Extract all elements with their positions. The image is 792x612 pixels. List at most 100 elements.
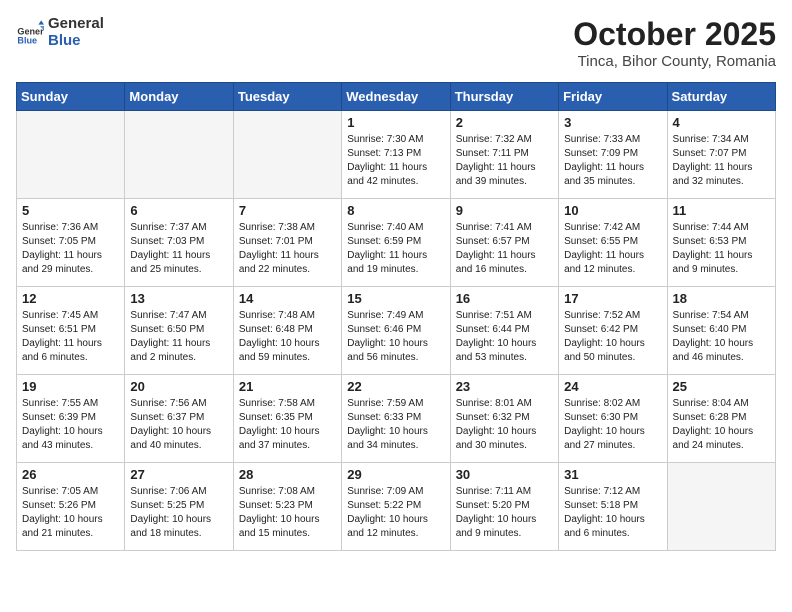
week-row-4: 19 Sunrise: 7:55 AM Sunset: 6:39 PM Dayli… (17, 375, 776, 463)
calendar-cell: 6 Sunrise: 7:37 AM Sunset: 7:03 PM Daylig… (125, 199, 233, 287)
calendar-cell: 23Sunrise: 8:01 AM Sunset: 6:32 PM Dayli… (450, 375, 558, 463)
calendar-cell: 28 Sunrise: 7:08 AM Sunset: 5:23 PM Dayli… (233, 463, 341, 551)
calendar-table: SundayMondayTuesdayWednesdayThursdayFrid… (16, 82, 776, 551)
calendar-cell: 26 Sunrise: 7:05 AM Sunset: 5:26 PM Dayli… (17, 463, 125, 551)
calendar-cell: 27 Sunrise: 7:06 AM Sunset: 5:25 PM Dayli… (125, 463, 233, 551)
day-info: Sunrise: 7:51 AM Sunset: 6:44 PM Dayligh… (456, 309, 553, 365)
calendar-cell: 11 Sunrise: 7:44 AM Sunset: 6:53 PM Dayli… (667, 199, 775, 287)
day-info: Sunrise: 7:37 AM Sunset: 7:03 PM Dayligh… (130, 221, 227, 277)
day-number: 27 (130, 467, 227, 482)
day-info: Sunrise: 7:34 AM Sunset: 7:07 PM Dayligh… (673, 133, 770, 189)
day-number: 15 (347, 291, 444, 306)
day-info: Sunrise: 7:41 AM Sunset: 6:57 PM Dayligh… (456, 221, 553, 277)
day-number: 1 (347, 115, 444, 130)
month-title: October 2025 (573, 16, 776, 53)
calendar-cell (17, 111, 125, 199)
day-info: Sunrise: 7:52 AM Sunset: 6:42 PM Dayligh… (564, 309, 661, 365)
generalblue-logo-icon: General Blue (16, 19, 44, 47)
calendar-cell: 3 Sunrise: 7:33 AM Sunset: 7:09 PM Daylig… (559, 111, 667, 199)
calendar-cell: 2Sunrise: 7:32 AM Sunset: 7:11 PM Daylig… (450, 111, 558, 199)
day-info: Sunrise: 7:44 AM Sunset: 6:53 PM Dayligh… (673, 221, 770, 277)
day-number: 4 (673, 115, 770, 130)
day-number: 5 (22, 203, 119, 218)
day-info: Sunrise: 7:30 AM Sunset: 7:13 PM Dayligh… (347, 133, 444, 189)
week-row-3: 12 Sunrise: 7:45 AM Sunset: 6:51 PM Dayli… (17, 287, 776, 375)
day-info: Sunrise: 7:32 AM Sunset: 7:11 PM Dayligh… (456, 133, 553, 189)
week-row-2: 5 Sunrise: 7:36 AM Sunset: 7:05 PM Daylig… (17, 199, 776, 287)
day-info: Sunrise: 8:04 AM Sunset: 6:28 PM Dayligh… (673, 397, 770, 453)
day-info: Sunrise: 7:33 AM Sunset: 7:09 PM Dayligh… (564, 133, 661, 189)
week-row-5: 26 Sunrise: 7:05 AM Sunset: 5:26 PM Dayli… (17, 463, 776, 551)
day-number: 11 (673, 203, 770, 218)
weekday-header-saturday: Saturday (667, 83, 775, 111)
day-number: 18 (673, 291, 770, 306)
day-info: Sunrise: 7:45 AM Sunset: 6:51 PM Dayligh… (22, 309, 119, 365)
day-info: Sunrise: 8:02 AM Sunset: 6:30 PM Dayligh… (564, 397, 661, 453)
calendar-cell: 9 Sunrise: 7:41 AM Sunset: 6:57 PM Daylig… (450, 199, 558, 287)
weekday-header-thursday: Thursday (450, 83, 558, 111)
calendar-cell: 4 Sunrise: 7:34 AM Sunset: 7:07 PM Daylig… (667, 111, 775, 199)
day-info: Sunrise: 7:36 AM Sunset: 7:05 PM Dayligh… (22, 221, 119, 277)
day-number: 8 (347, 203, 444, 218)
day-info: Sunrise: 7:58 AM Sunset: 6:35 PM Dayligh… (239, 397, 336, 453)
calendar-cell: 5 Sunrise: 7:36 AM Sunset: 7:05 PM Daylig… (17, 199, 125, 287)
calendar-cell: 16Sunrise: 7:51 AM Sunset: 6:44 PM Dayli… (450, 287, 558, 375)
day-info: Sunrise: 7:59 AM Sunset: 6:33 PM Dayligh… (347, 397, 444, 453)
day-number: 9 (456, 203, 553, 218)
calendar-cell: 25 Sunrise: 8:04 AM Sunset: 6:28 PM Dayli… (667, 375, 775, 463)
day-number: 22 (347, 379, 444, 394)
calendar-cell: 12 Sunrise: 7:45 AM Sunset: 6:51 PM Dayli… (17, 287, 125, 375)
calendar-cell: 20Sunrise: 7:56 AM Sunset: 6:37 PM Dayli… (125, 375, 233, 463)
day-number: 25 (673, 379, 770, 394)
calendar-cell: 18 Sunrise: 7:54 AM Sunset: 6:40 PM Dayli… (667, 287, 775, 375)
logo: General Blue General Blue (16, 16, 104, 49)
calendar-cell (667, 463, 775, 551)
calendar-cell: 29Sunrise: 7:09 AM Sunset: 5:22 PM Dayli… (342, 463, 450, 551)
day-info: Sunrise: 7:49 AM Sunset: 6:46 PM Dayligh… (347, 309, 444, 365)
weekday-header-friday: Friday (559, 83, 667, 111)
day-number: 13 (130, 291, 227, 306)
day-number: 12 (22, 291, 119, 306)
calendar-cell: 15 Sunrise: 7:49 AM Sunset: 6:46 PM Dayli… (342, 287, 450, 375)
day-number: 31 (564, 467, 661, 482)
calendar-cell: 1 Sunrise: 7:30 AM Sunset: 7:13 PM Daylig… (342, 111, 450, 199)
day-info: Sunrise: 7:40 AM Sunset: 6:59 PM Dayligh… (347, 221, 444, 277)
day-number: 30 (456, 467, 553, 482)
calendar-cell: 8 Sunrise: 7:40 AM Sunset: 6:59 PM Daylig… (342, 199, 450, 287)
weekday-header-row: SundayMondayTuesdayWednesdayThursdayFrid… (17, 83, 776, 111)
weekday-header-monday: Monday (125, 83, 233, 111)
day-info: Sunrise: 7:54 AM Sunset: 6:40 PM Dayligh… (673, 309, 770, 365)
calendar-cell: 22 Sunrise: 7:59 AM Sunset: 6:33 PM Dayli… (342, 375, 450, 463)
svg-text:Blue: Blue (17, 35, 37, 45)
day-info: Sunrise: 7:05 AM Sunset: 5:26 PM Dayligh… (22, 485, 119, 541)
weekday-header-sunday: Sunday (17, 83, 125, 111)
calendar-cell: 31Sunrise: 7:12 AM Sunset: 5:18 PM Dayli… (559, 463, 667, 551)
day-info: Sunrise: 8:01 AM Sunset: 6:32 PM Dayligh… (456, 397, 553, 453)
calendar-cell: 7Sunrise: 7:38 AM Sunset: 7:01 PM Daylig… (233, 199, 341, 287)
calendar-cell: 17Sunrise: 7:52 AM Sunset: 6:42 PM Dayli… (559, 287, 667, 375)
day-number: 6 (130, 203, 227, 218)
calendar-cell: 24Sunrise: 8:02 AM Sunset: 6:30 PM Dayli… (559, 375, 667, 463)
day-number: 21 (239, 379, 336, 394)
day-number: 26 (22, 467, 119, 482)
day-info: Sunrise: 7:08 AM Sunset: 5:23 PM Dayligh… (239, 485, 336, 541)
location-title: Tinca, Bihor County, Romania (573, 53, 776, 70)
day-number: 14 (239, 291, 336, 306)
weekday-header-tuesday: Tuesday (233, 83, 341, 111)
day-number: 28 (239, 467, 336, 482)
title-block: October 2025 Tinca, Bihor County, Romani… (573, 16, 776, 70)
calendar-cell (125, 111, 233, 199)
day-info: Sunrise: 7:55 AM Sunset: 6:39 PM Dayligh… (22, 397, 119, 453)
calendar-cell: 21 Sunrise: 7:58 AM Sunset: 6:35 PM Dayli… (233, 375, 341, 463)
day-info: Sunrise: 7:48 AM Sunset: 6:48 PM Dayligh… (239, 309, 336, 365)
week-row-1: 1 Sunrise: 7:30 AM Sunset: 7:13 PM Daylig… (17, 111, 776, 199)
calendar-cell (233, 111, 341, 199)
day-number: 29 (347, 467, 444, 482)
day-number: 3 (564, 115, 661, 130)
page-header: General Blue General Blue October 2025 T… (16, 16, 776, 70)
day-info: Sunrise: 7:06 AM Sunset: 5:25 PM Dayligh… (130, 485, 227, 541)
day-info: Sunrise: 7:38 AM Sunset: 7:01 PM Dayligh… (239, 221, 336, 277)
day-number: 19 (22, 379, 119, 394)
logo-general-text: General (48, 16, 104, 33)
day-info: Sunrise: 7:42 AM Sunset: 6:55 PM Dayligh… (564, 221, 661, 277)
